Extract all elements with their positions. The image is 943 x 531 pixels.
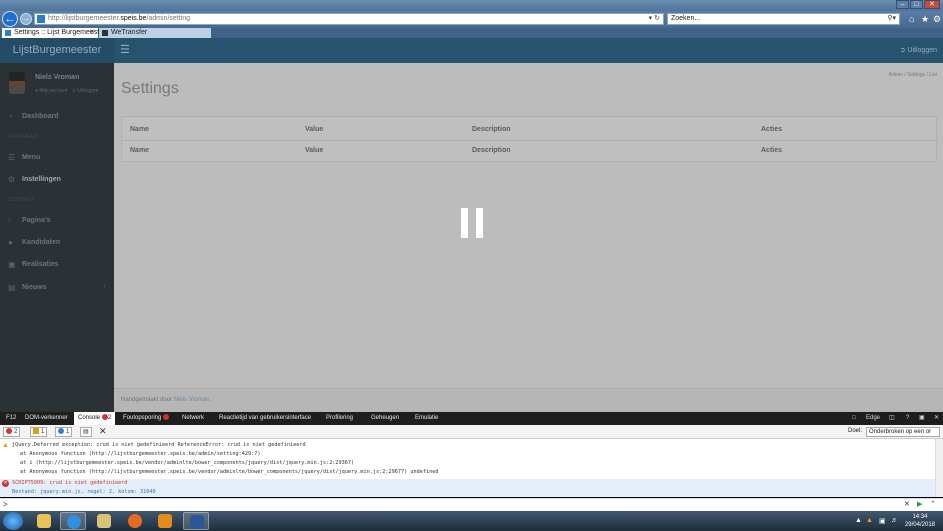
- taskbar-explorer[interactable]: [31, 512, 57, 530]
- tab-ui-responsiveness[interactable]: Reactietijd van gebruikersinterface: [215, 412, 315, 425]
- run-icon[interactable]: ▶: [917, 500, 922, 508]
- browser-titlebar: – □ ✕: [0, 0, 943, 11]
- warning-icon: [33, 428, 39, 435]
- taskbar-word[interactable]: [183, 512, 209, 530]
- tab-close-icon[interactable]: ✕: [89, 28, 95, 38]
- tab-debugger[interactable]: Foutopsporing: [119, 412, 173, 425]
- minimize-button[interactable]: –: [896, 0, 909, 9]
- maximize-button[interactable]: □: [910, 0, 923, 9]
- tab-dom-explorer[interactable]: DOM-verkenner: [21, 412, 72, 425]
- site-favicon-icon: [37, 15, 45, 23]
- console-output: ▲ jQuery.Deferred exception: crud is nie…: [0, 439, 943, 497]
- close-window-button[interactable]: ✕: [924, 0, 940, 9]
- taskbar-file-manager[interactable]: [91, 512, 117, 530]
- help-icon[interactable]: ?: [906, 412, 909, 425]
- target-select[interactable]: Onderbroken op een or: [866, 427, 940, 437]
- expand-input-icon[interactable]: ⌃: [930, 500, 936, 508]
- run-script-icon[interactable]: ◫: [889, 412, 895, 425]
- error-source-link[interactable]: Bestand: jquery.min.js, regel: 2, kolom:…: [12, 488, 156, 497]
- filter-info-button[interactable]: 1: [55, 427, 73, 437]
- tray-app-icon[interactable]: ▲: [866, 517, 873, 524]
- search-placeholder: Zoeken...: [671, 15, 701, 22]
- info-icon: [58, 428, 64, 435]
- tab-settings[interactable]: Settings :: Lijst Burgemeeste... ✕: [2, 28, 109, 38]
- address-bar[interactable]: http://lijstburgemeester.speis.be/admin/…: [34, 13, 664, 25]
- pause-icon: [461, 208, 483, 238]
- tab-console[interactable]: Console 2: [74, 412, 116, 425]
- tab-title: WeTransfer: [111, 29, 148, 36]
- pause-badge-icon: [163, 414, 170, 421]
- target-label: Doel:: [848, 428, 863, 434]
- tray-expand-icon[interactable]: ▲: [855, 517, 862, 524]
- file-manager-icon: [97, 514, 111, 528]
- close-devtools-icon[interactable]: ✕: [934, 412, 939, 425]
- search-icon[interactable]: ⚲▾: [887, 14, 896, 24]
- web-app: LijstBurgemeester ☰ ➲ Uitloggen Niels Vr…: [0, 38, 943, 412]
- filter-warnings-button[interactable]: 1: [30, 427, 48, 437]
- start-button[interactable]: [3, 512, 23, 530]
- tab-memory[interactable]: Geheugen: [367, 412, 403, 425]
- refresh-icon[interactable]: ▾ ↻: [649, 14, 660, 24]
- url-text: http://lijstburgemeester.speis.be/admin/…: [48, 15, 191, 22]
- error-icon: ✕: [2, 480, 9, 487]
- clear-input-icon[interactable]: ✕: [904, 500, 910, 508]
- clear-console-icon[interactable]: ✕: [99, 426, 107, 437]
- undock-icon[interactable]: ▣: [919, 412, 925, 425]
- devtools-tabbar: F12 DOM-verkenner Console 2 Foutopsporing…: [0, 412, 943, 425]
- windows-taskbar: ▲ ▲ ▣ ♬ 14:34 29/04/2018: [0, 511, 943, 531]
- tab-emulation[interactable]: Emulatie: [411, 412, 442, 425]
- forward-arrow-icon[interactable]: →: [20, 13, 32, 25]
- devtools-f12-label: F12: [6, 415, 17, 421]
- tab-network[interactable]: Netwerk: [178, 412, 208, 425]
- internet-explorer-icon: [67, 515, 81, 529]
- error-message: SCRIPT5009: crud is niet gedefinieerd: [12, 480, 128, 486]
- console-line[interactable]: at Anonymous function (http://lijstburge…: [20, 450, 260, 459]
- taskbar-media-player[interactable]: [152, 512, 178, 530]
- back-arrow-icon[interactable]: ←: [2, 11, 18, 27]
- tab-favicon-icon: [5, 30, 11, 36]
- tab-profiler[interactable]: Profilering: [322, 412, 357, 425]
- error-icon: [6, 428, 12, 435]
- taskbar-internet-explorer[interactable]: [60, 512, 86, 530]
- monitor-icon[interactable]: □: [852, 412, 856, 425]
- volume-icon[interactable]: ♬: [891, 517, 898, 524]
- search-box[interactable]: Zoeken... ⚲▾: [667, 13, 900, 25]
- warning-icon: ▲: [2, 442, 9, 449]
- console-line[interactable]: at i (http://lijstburgemeester.speis.be/…: [20, 459, 354, 468]
- console-scrollbar[interactable]: [935, 439, 943, 497]
- console-input[interactable]: > ✕ ▶ ⌃: [0, 498, 943, 511]
- prompt-symbol: >: [3, 500, 8, 509]
- taskbar-firefox[interactable]: [122, 512, 148, 530]
- network-icon[interactable]: ▣: [879, 517, 886, 525]
- tab-favicon-icon: [102, 30, 108, 36]
- favorites-star-icon[interactable]: ★: [921, 14, 929, 24]
- preserve-log-icon[interactable]: ▤: [80, 427, 92, 437]
- filter-errors-button[interactable]: 2: [3, 427, 21, 437]
- settings-gear-icon[interactable]: ⚙: [933, 14, 941, 24]
- document-mode-label[interactable]: Edge: [866, 412, 880, 425]
- console-line: jQuery.Deferred exception: crud is niet …: [12, 442, 306, 448]
- taskbar-clock[interactable]: 14:34 29/04/2018: [905, 513, 935, 529]
- console-line[interactable]: at Anonymous function (http://lijstburge…: [20, 468, 439, 477]
- home-icon[interactable]: ⌂: [909, 14, 914, 24]
- tab-wetransfer[interactable]: WeTransfer: [99, 28, 211, 38]
- console-toolbar: 2 1 1 ▤ ✕ Doel: Onderbroken op een or: [0, 425, 943, 439]
- word-icon: [190, 515, 204, 529]
- media-player-icon: [158, 514, 172, 528]
- folder-icon: [37, 514, 51, 528]
- firefox-icon: [128, 514, 142, 528]
